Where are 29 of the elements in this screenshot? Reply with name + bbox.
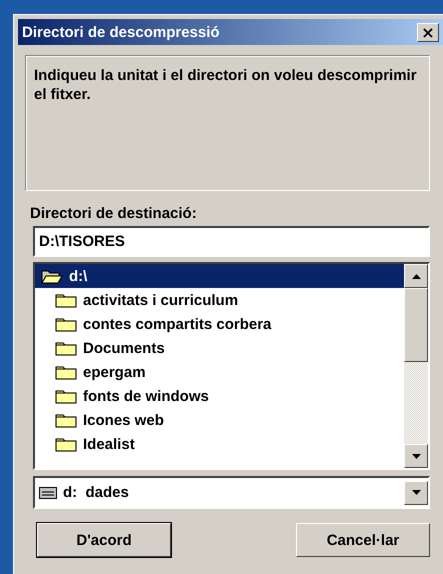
up-arrow-icon: [412, 274, 420, 278]
drive-icon: [39, 486, 57, 498]
folder-item[interactable]: Idealist: [35, 432, 404, 456]
folder-item[interactable]: Icones web: [35, 408, 404, 432]
cancel-button[interactable]: Cancel·lar: [296, 523, 430, 557]
folder-icon: [55, 436, 77, 452]
folder-item[interactable]: fonts de windows: [35, 384, 404, 408]
open-folder-icon: [41, 268, 63, 284]
folder-icon: [55, 388, 77, 404]
dropdown-arrow-icon: [412, 490, 420, 495]
folder-icon: [55, 316, 77, 332]
folder-icon: [55, 292, 77, 308]
drive-dropdown[interactable]: d: dades: [33, 476, 430, 509]
destination-label: Directori de destinació:: [30, 205, 198, 222]
folder-item[interactable]: epergam: [35, 360, 404, 384]
folder-icon: [55, 340, 77, 356]
down-arrow-icon: [412, 454, 420, 458]
instruction-text: Indiqueu la unitat i el directori on voleu descomprimir el fitxer.: [34, 66, 418, 104]
folder-item[interactable]: contes compartits corbera: [35, 312, 404, 336]
window-title: Directori de descompressió: [22, 24, 220, 40]
folder-item[interactable]: d:\: [35, 264, 404, 288]
vertical-scrollbar[interactable]: [404, 264, 428, 468]
folder-item[interactable]: activitats i curriculum: [35, 288, 404, 312]
folder-item[interactable]: Documents: [35, 336, 404, 360]
folder-icon: [55, 412, 77, 428]
destination-field[interactable]: D:\TISORES: [33, 226, 430, 257]
folder-icon: [55, 364, 77, 380]
close-button[interactable]: ×: [417, 22, 439, 42]
ok-button[interactable]: D'acord: [37, 523, 171, 557]
